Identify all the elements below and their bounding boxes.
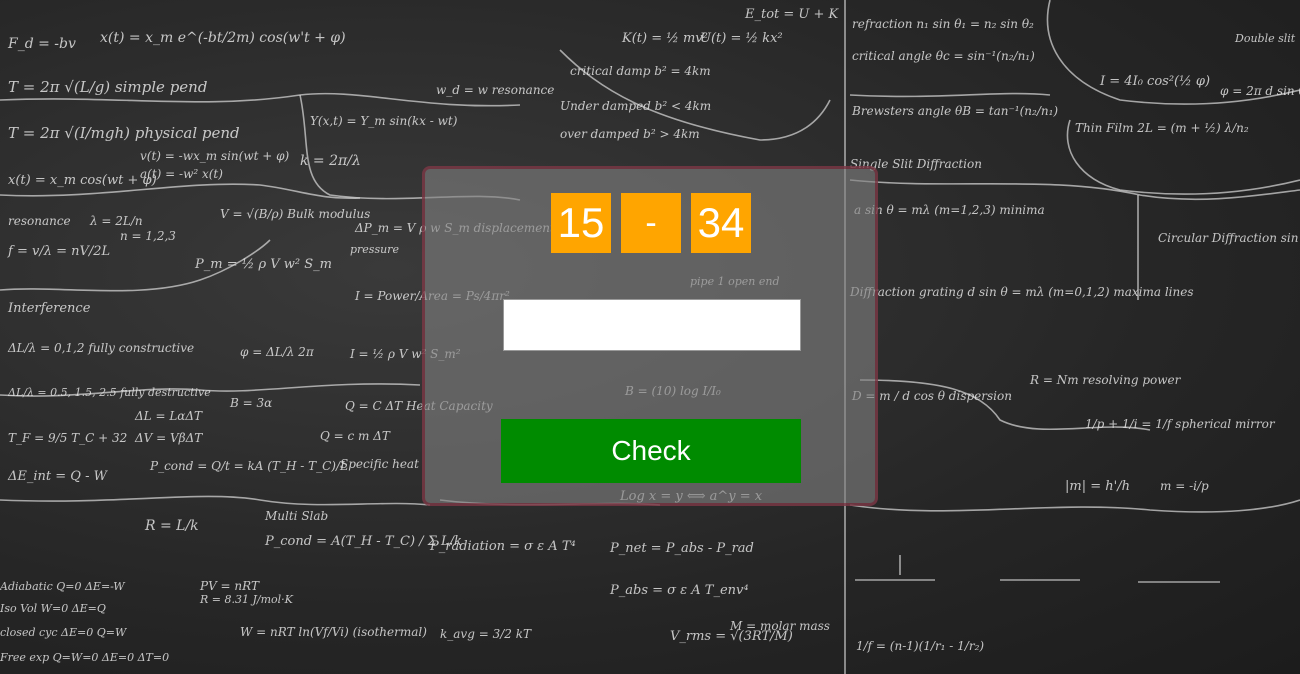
chalk-formula: Multi Slab: [264, 509, 328, 523]
answer-input[interactable]: [503, 299, 801, 351]
check-button[interactable]: Check: [501, 419, 801, 483]
chalk-formula: P_m = ½ ρ V w² S_m: [194, 257, 332, 272]
left-operand-tile: 15: [551, 193, 611, 253]
chalk-formula: m = -i/p: [1160, 479, 1209, 493]
chalk-formula: T = 2π √(I/mgh) physical pend: [8, 124, 240, 142]
chalk-formula: w_d = w resonance: [436, 83, 554, 97]
chalk-formula: a(t) = -w² x(t): [140, 167, 223, 181]
chalk-formula: φ = ΔL/λ 2π: [240, 345, 315, 359]
chalk-formula: P_cond = Q/t = kA (T_H - T_C)/L: [149, 459, 348, 473]
chalk-formula: ΔL/λ = 0,1,2 fully constructive: [7, 341, 194, 355]
captcha-panel: 15 - 34 Check: [422, 166, 878, 506]
chalk-formula: R = L/k: [144, 518, 199, 534]
chalk-formula: ΔL = LαΔT: [134, 409, 203, 423]
chalk-formula: P_abs = σ ε A T_env⁴: [609, 583, 749, 598]
chalk-formula: P_net = P_abs - P_rad: [609, 541, 754, 556]
chalk-formula: Double slit: [1234, 32, 1296, 45]
chalk-formula: 1/p + 1/i = 1/f spherical mirror: [1085, 417, 1276, 431]
operator-tile: -: [621, 193, 681, 253]
chalk-formula: v(t) = -wx_m sin(wt + φ): [140, 149, 290, 163]
chalk-formula: R = 8.31 J/mol·K: [199, 593, 294, 606]
chalk-formula: Adiabatic Q=0 ΔE=-W: [0, 580, 126, 593]
chalk-formula: ΔE_int = Q - W: [7, 469, 109, 484]
chalk-formula: V = √(B/ρ) Bulk modulus: [220, 207, 370, 221]
chalk-formula: critical damp b² = 4km: [570, 64, 711, 78]
chalk-formula: refraction n₁ sin θ₁ = n₂ sin θ₂: [852, 17, 1034, 31]
chalk-formula: ΔL/λ = 0.5, 1.5, 2.5 fully destructive: [7, 386, 211, 399]
chalk-formula: x(t) = x_m cos(wt + φ): [8, 173, 157, 188]
chalk-formula: k_avg = 3/2 kT: [440, 627, 532, 641]
chalk-formula: W = nRT ln(Vf/Vi) (isothermal): [240, 625, 427, 639]
chalk-formula: Thin Film 2L = (m + ½) λ/n₂: [1075, 121, 1249, 135]
chalk-formula: over damped b² > 4km: [560, 127, 700, 141]
chalk-formula: n = 1,2,3: [120, 229, 176, 243]
chalk-formula: pressure: [350, 243, 399, 256]
chalk-formula: resonance: [8, 214, 71, 228]
chalk-formula: f = v/λ = nV/2L: [7, 244, 110, 259]
chalk-formula: k = 2π/λ: [300, 153, 361, 169]
chalk-formula: critical angle θc = sin⁻¹(n₂/n₁): [852, 49, 1035, 63]
chalk-formula: B = 3α: [229, 396, 272, 410]
chalk-formula: φ = 2π d sin θ / λ: [1220, 84, 1300, 98]
chalk-formula: Brewsters angle θB = tan⁻¹(n₂/n₁): [851, 104, 1058, 118]
chalk-formula: Q = c m ΔT: [320, 429, 391, 443]
chalk-formula: PV = nRT: [199, 579, 260, 593]
chalk-formula: Circular Diffraction sin θ = 1.22 λ/d: [1158, 231, 1300, 245]
chalk-formula: U(t) = ½ kx²: [700, 31, 783, 46]
chalk-formula: R = Nm resolving power: [1029, 373, 1182, 387]
chalk-formula: Specific heat: [340, 457, 419, 471]
right-operand-tile: 34: [691, 193, 751, 253]
chalk-formula: λ = 2L/n: [89, 214, 143, 228]
chalk-formula: F_d = -bv: [7, 36, 76, 52]
chalk-formula: M = molar mass: [729, 619, 830, 633]
chalk-formula: Diffraction grating d sin θ = mλ (m=0,1,…: [849, 285, 1194, 299]
chalk-formula: Free exp Q=W=0 ΔE=0 ΔT=0: [0, 651, 169, 664]
chalk-formula: 1/f = (n-1)(1/r₁ - 1/r₂): [856, 639, 984, 653]
chalk-formula: a sin θ = mλ (m=1,2,3) minima: [854, 203, 1045, 217]
chalk-formula: closed cyc ΔE=0 Q=W: [0, 626, 128, 639]
chalk-formula: Interference: [7, 301, 91, 316]
chalk-formula: T = 2π √(L/g) simple pend: [8, 78, 207, 96]
chalk-formula: P_radiation = σ ε A T⁴: [429, 539, 576, 554]
chalk-formula: E_tot = U + K: [744, 7, 840, 22]
chalk-formula: Iso Vol W=0 ΔE=Q: [0, 602, 106, 615]
chalk-formula: x(t) = x_m e^(-bt/2m) cos(w't + φ): [100, 30, 346, 46]
chalk-formula: Y(x,t) = Y_m sin(kx - wt): [310, 114, 458, 128]
chalk-formula: ΔV = VβΔT: [134, 431, 203, 445]
chalk-formula: I = 4I₀ cos²(½ φ): [1099, 74, 1210, 89]
chalk-formula: |m| = h'/h: [1065, 479, 1130, 494]
chalk-formula: Under damped b² < 4km: [560, 99, 711, 113]
chalk-formula: T_F = 9/5 T_C + 32: [8, 431, 127, 445]
chalk-formula: K(t) = ½ mv²: [621, 31, 708, 46]
